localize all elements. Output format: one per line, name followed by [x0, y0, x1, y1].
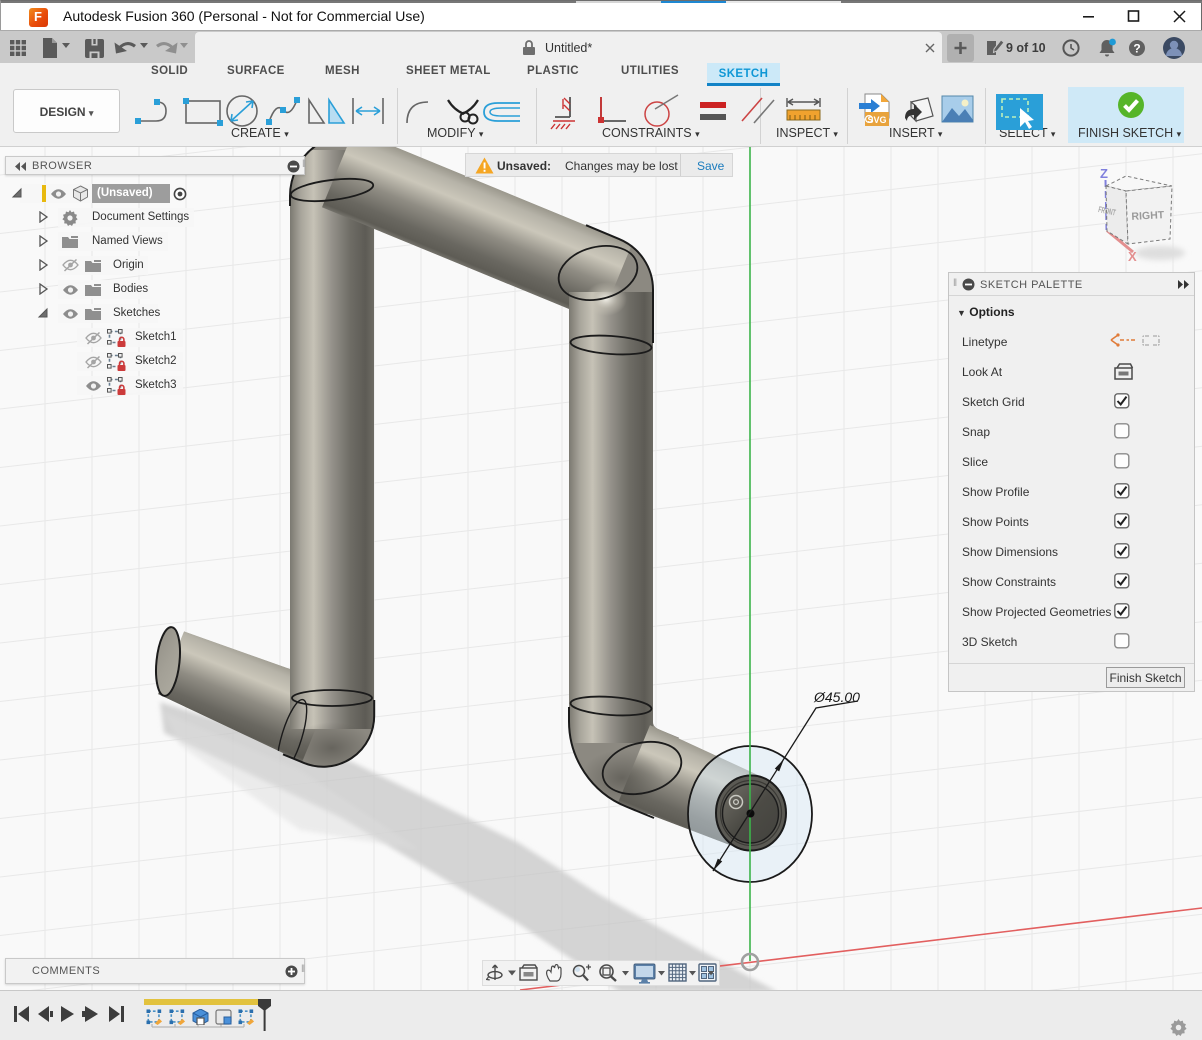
svg-text:Ø45.00: Ø45.00 — [813, 689, 860, 705]
svg-text:X: X — [1128, 249, 1137, 264]
svg-text:?: ? — [1133, 41, 1140, 55]
svg-text:RIGHT: RIGHT — [1131, 209, 1165, 223]
svg-text:Z: Z — [1100, 166, 1108, 181]
